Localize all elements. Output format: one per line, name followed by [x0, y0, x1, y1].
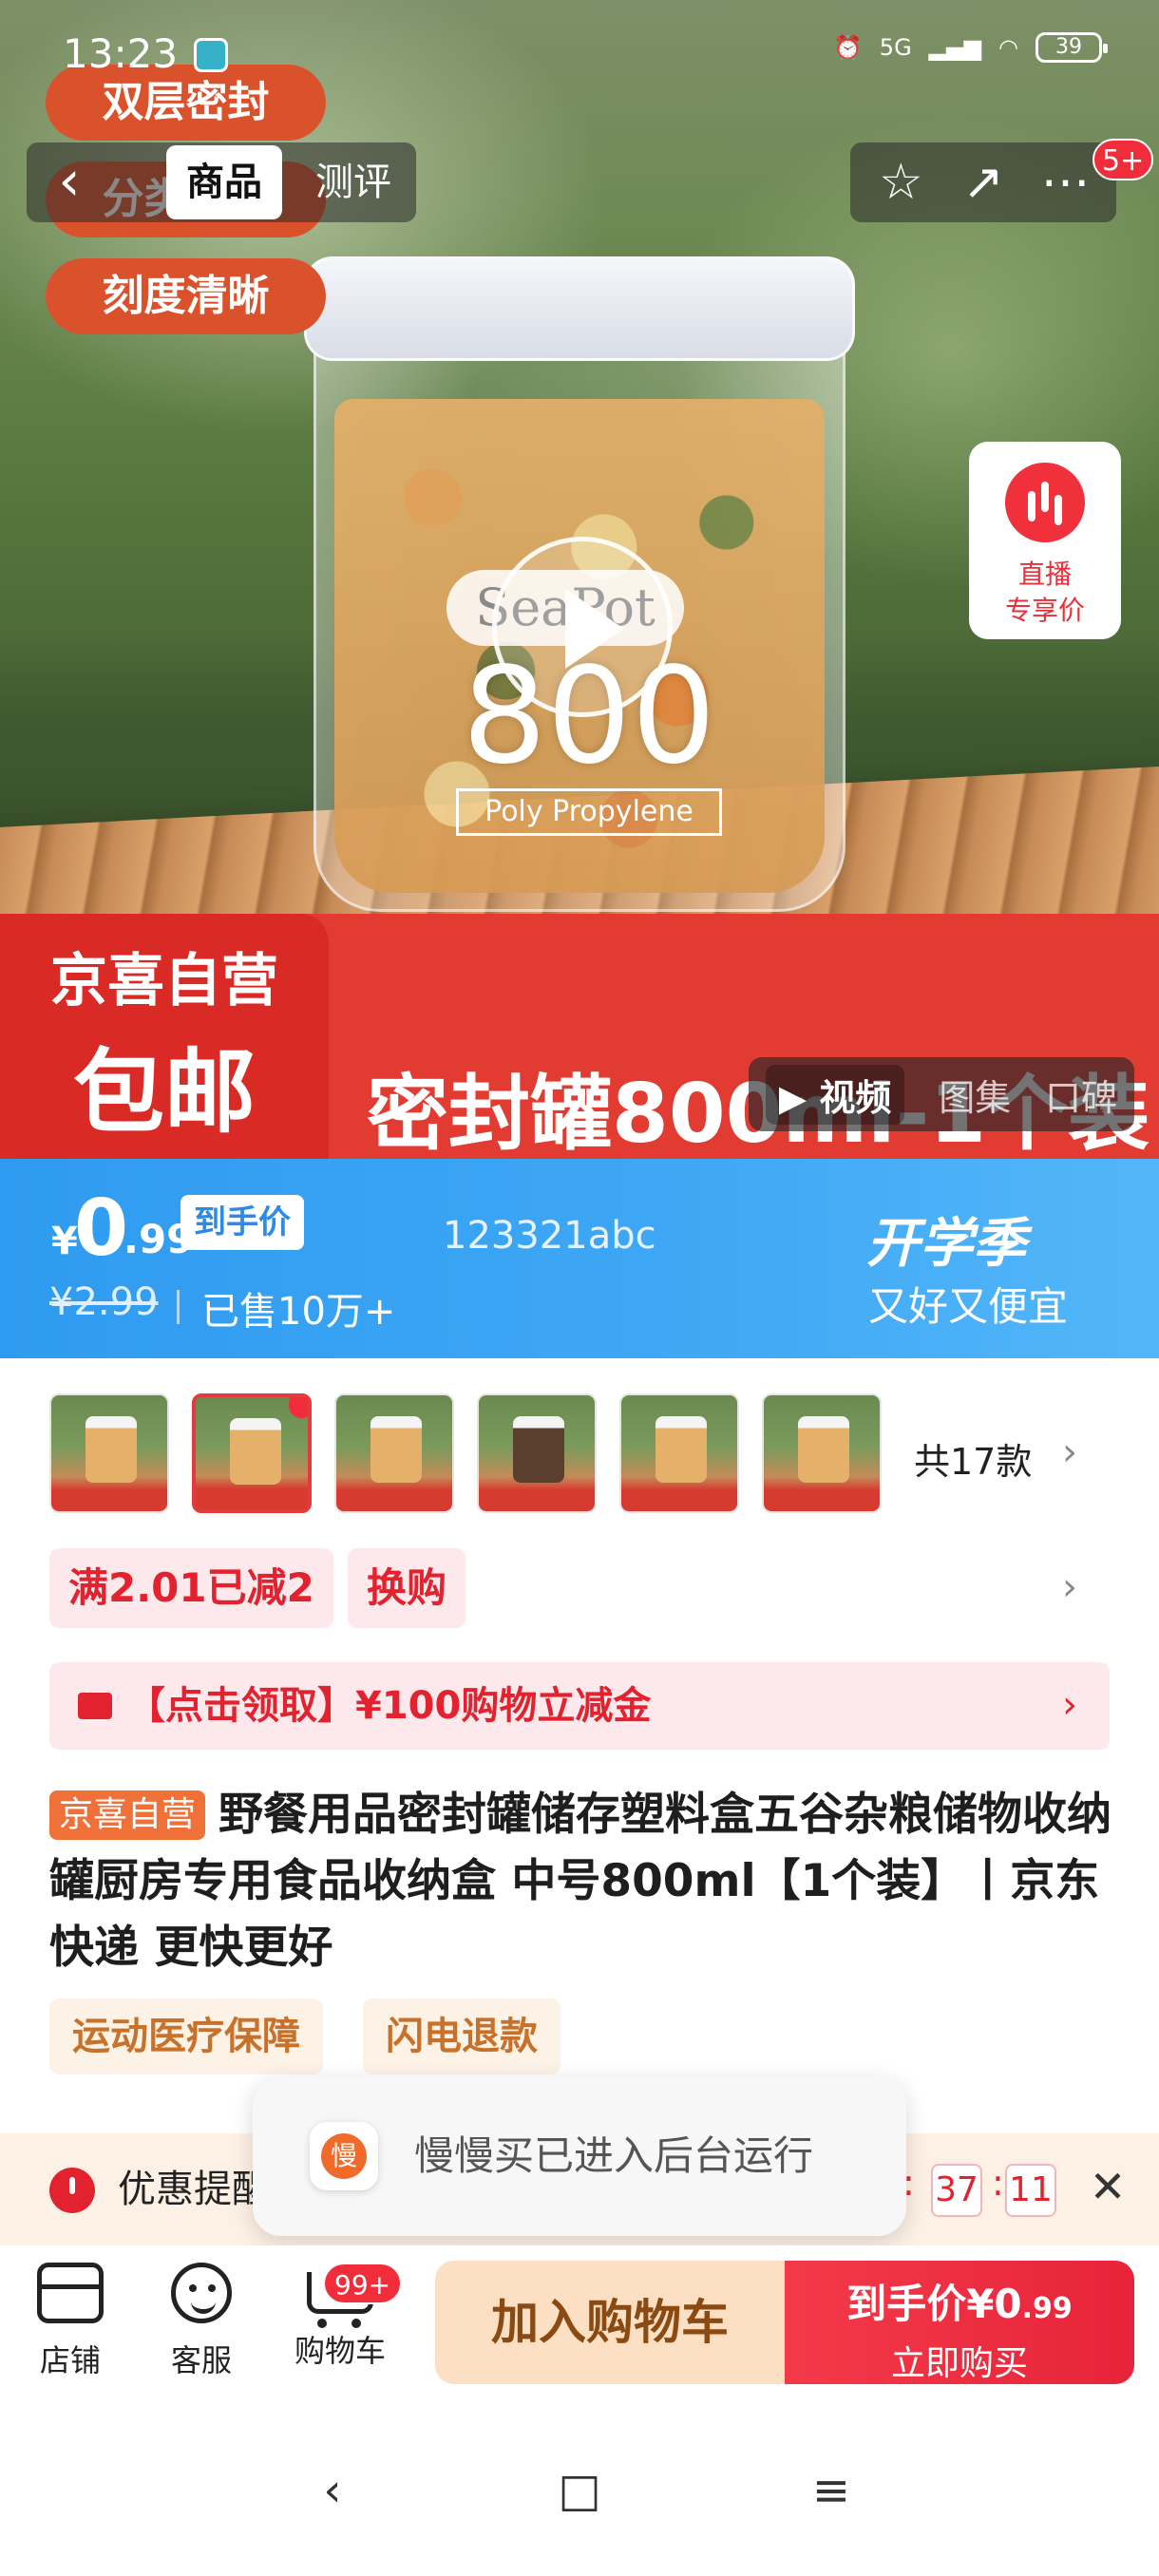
tab-review[interactable]: 测评	[296, 145, 410, 219]
chevron-right-icon[interactable]: ›	[1062, 1430, 1077, 1474]
chevron-right-icon: ›	[1062, 1683, 1077, 1727]
system-back-icon[interactable]: ‹	[304, 2462, 361, 2519]
feature-pill: 刻度清晰	[46, 258, 326, 334]
buy-price: 到手价¥0.99	[785, 2272, 1134, 2330]
thumbnail-image	[86, 1416, 137, 1483]
media-tab-reviews[interactable]: 口碑	[1045, 1069, 1117, 1121]
product-title-text: 野餐用品密封罐储存塑料盒五谷杂粮储物收纳罐厨房专用食品收纳盒 中号800ml【1…	[49, 1789, 1112, 1974]
service-tag[interactable]: 闪电退款	[363, 1998, 560, 2074]
variant-thumbnail[interactable]	[477, 1393, 597, 1513]
chevron-left-icon: ‹	[58, 148, 81, 213]
buy-now-button[interactable]: 到手价¥0.99 立即购买	[785, 2261, 1134, 2384]
self-operated-badge: 京喜自营 包邮	[0, 914, 329, 1159]
self-operated-text: 京喜自营	[50, 948, 278, 1014]
cart-badge: 99+	[323, 2263, 403, 2304]
network-label: 5G	[879, 34, 912, 61]
status-time: 13:23	[63, 30, 179, 77]
original-price: ¥2.99	[49, 1280, 159, 1324]
buy-price-decimal: .99	[1021, 2292, 1073, 2325]
free-shipping-text: 包邮	[73, 1039, 256, 1146]
tab-goods[interactable]: 商品	[166, 145, 282, 219]
jar-material-label: Poly Propylene	[456, 788, 722, 836]
hot-flame-icon	[289, 1397, 308, 1418]
exchange-promo[interactable]: 换购	[348, 1548, 466, 1628]
thumbnail-image	[370, 1416, 422, 1483]
message-badge: 5+	[1092, 139, 1154, 180]
alarm-icon: ⏰	[833, 34, 863, 61]
jar-lid	[304, 256, 855, 361]
media-tab-video[interactable]: ▶ 视频	[765, 1064, 905, 1125]
thumbnail-image	[798, 1416, 849, 1483]
live-icon	[1005, 463, 1085, 542]
countdown-minutes: 37	[931, 2164, 982, 2217]
customer-service-label: 客服	[170, 2342, 232, 2378]
media-tabs: ▶ 视频 图集 口碑	[749, 1057, 1134, 1131]
variant-thumbnail[interactable]	[334, 1393, 454, 1513]
coupon-bar[interactable]: 【点击领取】¥100购物立减金 ›	[49, 1662, 1110, 1750]
live-sublabel: 专享价	[1004, 595, 1085, 626]
media-tab-gallery[interactable]: 图集	[939, 1069, 1011, 1121]
cart-label: 购物车	[294, 2333, 386, 2369]
clock-icon	[49, 2168, 95, 2213]
customer-service-button[interactable]: 客服	[144, 2263, 258, 2380]
price-banner: ¥ 0 .99 到手价 123321abc ¥2.99 已售10万+ 开学季 又…	[0, 1159, 1159, 1358]
back-button[interactable]: ‹	[27, 142, 112, 222]
final-price-tag: 到手价	[180, 1195, 304, 1250]
close-icon[interactable]: ✕	[1081, 2160, 1134, 2213]
buy-price-label: 到手价¥0	[846, 2281, 1022, 2327]
service-tag[interactable]: 运动医疗保障	[49, 1998, 323, 2074]
background-run-toast: 慢 慢慢买已进入后台运行	[253, 2076, 906, 2236]
live-label: 直播	[1017, 559, 1072, 590]
add-to-cart-button[interactable]: 加入购物车	[435, 2261, 785, 2384]
camera-app-icon	[194, 38, 228, 72]
system-home-icon[interactable]: □	[551, 2462, 608, 2519]
variant-thumbnail[interactable]	[762, 1393, 882, 1513]
live-stream-card[interactable]: 直播 专享价	[969, 442, 1121, 639]
countdown-seconds: 11	[1005, 2164, 1056, 2217]
watermark-code: 123321abc	[443, 1214, 656, 1258]
self-operated-tag: 京喜自营	[49, 1790, 206, 1840]
system-indicators: ⏰ 5G ▂▄▆ ◠ 39	[833, 32, 1108, 63]
app-icon-glyph: 慢	[321, 2133, 367, 2179]
toast-text: 慢慢买已进入后台运行	[414, 2132, 814, 2179]
store-icon	[37, 2263, 104, 2323]
more-icon[interactable]: ⋯	[1033, 149, 1099, 216]
signal-icon: ▂▄▆	[928, 34, 982, 61]
share-icon[interactable]: ↗	[950, 149, 1016, 216]
sold-count: 已售10万+	[201, 1290, 396, 1334]
store-button[interactable]: 店铺	[13, 2263, 127, 2380]
discount-promo[interactable]: 满2.01已减2	[49, 1548, 333, 1628]
thumbnail-image	[656, 1416, 707, 1483]
variant-thumbnail[interactable]	[619, 1393, 739, 1513]
price-integer: 0	[74, 1184, 129, 1274]
battery-icon: 39	[1036, 32, 1108, 63]
season-title: 开学季	[866, 1213, 1026, 1275]
app-icon: 慢	[310, 2122, 378, 2190]
status-bar: 13:23 ⏰ 5G ▂▄▆ ◠ 39	[0, 0, 1159, 104]
divider	[177, 1290, 180, 1324]
buy-now-label: 立即购买	[890, 2344, 1028, 2383]
variant-thumbnail-selected[interactable]	[192, 1393, 312, 1513]
product-title: 京喜自营 野餐用品密封罐储存塑料盒五谷杂粮储物收纳罐厨房专用食品收纳盒 中号800…	[49, 1782, 1113, 1981]
thumbnail-image	[513, 1416, 564, 1483]
variant-count[interactable]: 共17款	[914, 1432, 1032, 1485]
variant-thumbnail[interactable]	[49, 1393, 169, 1513]
play-video-button[interactable]	[492, 537, 673, 717]
system-menu-icon[interactable]: ≡	[803, 2462, 860, 2519]
season-slogan: 又好又便宜	[868, 1283, 1069, 1330]
chevron-right-icon[interactable]: ›	[1062, 1565, 1077, 1609]
customer-service-icon	[171, 2263, 232, 2323]
coupon-text: 【点击领取】¥100购物立减金	[127, 1684, 652, 1728]
top-nav-right: ☆ ↗ ⋯	[850, 142, 1116, 222]
bottom-action-bar: 店铺 客服 购物车 99+ 加入购物车 到手价¥0.99 立即购买	[0, 2245, 1159, 2407]
thumbnail-image	[230, 1418, 281, 1485]
star-icon[interactable]: ☆	[867, 149, 934, 216]
reminder-text: 优惠提醒	[118, 2168, 270, 2211]
card-icon	[78, 1693, 112, 1719]
system-navigation-bar: ‹ □ ≡	[0, 2407, 1159, 2576]
countdown-colon: :	[992, 2162, 1004, 2204]
store-label: 店铺	[39, 2342, 101, 2378]
wifi-icon: ◠	[998, 34, 1018, 61]
